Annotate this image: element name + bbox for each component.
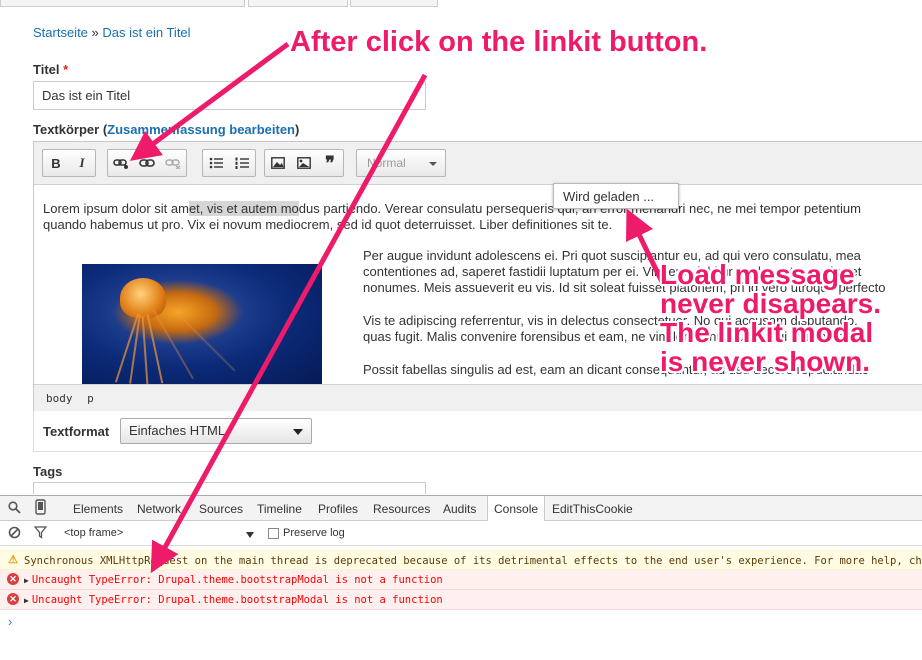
image-icon [271, 157, 285, 169]
editor-toolbar: B I ❞ Normal [34, 142, 922, 185]
element-path-bar: body p [34, 384, 922, 411]
bold-button[interactable]: B [43, 150, 69, 176]
preserve-log-checkbox[interactable] [268, 528, 279, 539]
title-input[interactable] [33, 81, 426, 110]
console-message-text: Uncaught TypeError: Drupal.theme.bootstr… [31, 594, 443, 606]
console-warning-row: ⚠ Synchronous XMLHttpRequest on the main… [0, 550, 922, 570]
inspect-icon[interactable] [8, 501, 21, 517]
format-combo-label: Normal [367, 156, 406, 170]
tab-profiles[interactable]: Profiles [318, 502, 358, 516]
edit-summary-link[interactable]: Zusammenfassung bearbeiten [107, 122, 295, 137]
tab-audits[interactable]: Audits [443, 502, 476, 516]
tab-network[interactable]: Network [137, 502, 181, 516]
browser-tab-strip [0, 0, 922, 7]
warning-icon: ⚠ [8, 554, 18, 566]
italic-button[interactable]: I [69, 150, 95, 176]
numbered-list-button[interactable] [229, 150, 255, 176]
annotation-line: Load message [660, 259, 855, 290]
linkit-button[interactable] [108, 150, 134, 176]
text-format-select[interactable]: Einfaches HTML [120, 418, 312, 444]
expand-triangle-icon[interactable]: ▶ [24, 596, 29, 605]
jellyfish-image[interactable] [82, 264, 322, 384]
console-prompt[interactable]: › [8, 614, 12, 629]
body-label-suffix: ) [295, 122, 300, 137]
text-run: Lorem ipsum dolor sit am [43, 201, 189, 216]
tab-console[interactable]: Console [487, 496, 546, 521]
title-label: Titel * [33, 62, 68, 77]
frame-selector[interactable]: <top frame> [64, 527, 123, 539]
tab-editthiscookie[interactable]: EditThisCookie [552, 502, 633, 516]
jellyfish-bell [120, 278, 166, 318]
page-tab[interactable] [0, 0, 245, 7]
text-format-row: Textformat Einfaches HTML [33, 411, 922, 452]
chevron-down-icon [293, 429, 303, 435]
annotation-line: The linkit modal [660, 317, 874, 348]
annotation-line: is never shown. [660, 346, 871, 377]
preserve-log-label: Preserve log [283, 527, 345, 539]
blockquote-button[interactable]: ❞ [317, 150, 343, 176]
tab-timeline[interactable]: Timeline [257, 502, 302, 516]
tags-input[interactable] [33, 482, 426, 494]
image2-button[interactable] [291, 150, 317, 176]
console-error-row[interactable]: ✕ ▶ Uncaught TypeError: Drupal.theme.boot… [0, 570, 922, 590]
filter-icon[interactable] [33, 526, 48, 542]
breadcrumb-home-link[interactable]: Startseite [33, 25, 88, 40]
unlink-button[interactable] [160, 150, 186, 176]
clear-console-icon[interactable] [8, 526, 21, 542]
text-format-label: Textformat [43, 424, 110, 439]
lists-group [202, 149, 256, 177]
error-icon: ✕ [7, 593, 19, 605]
bulleted-list-icon [209, 157, 223, 169]
links-group [107, 149, 187, 177]
expand-triangle-icon[interactable]: ▶ [24, 576, 29, 585]
blockquote-icon: ❞ [325, 152, 335, 173]
media-group: ❞ [264, 149, 344, 177]
link-button[interactable] [134, 150, 160, 176]
console-message-text: Uncaught TypeError: Drupal.theme.bootstr… [31, 574, 443, 586]
paragraph-1: Lorem ipsum dolor sit amet, vis et autem… [43, 201, 861, 217]
selected-text: et, vis et autem mo [188, 201, 299, 216]
tentacle [170, 306, 236, 372]
page-tab[interactable] [350, 0, 438, 7]
console-message-text: Synchronous XMLHttpRequest on the main t… [24, 555, 922, 567]
loading-tooltip: Wird geladen ... [553, 183, 679, 209]
basic-styles-group: B I [42, 149, 96, 177]
devtools-panel: Elements Network Sources Timeline Profil… [0, 495, 922, 660]
breadcrumb-separator: » [91, 25, 99, 40]
unlink-icon [165, 159, 181, 169]
annotation-right: Load message never disapears. The linkit… [660, 260, 881, 376]
body-label: Textkörper (Zusammenfassung bearbeiten) [33, 122, 299, 137]
annotation-top: After click on the linkit button. [290, 26, 708, 58]
devtools-tab-bar: Elements Network Sources Timeline Profil… [0, 496, 922, 521]
error-icon: ✕ [7, 573, 19, 585]
body-label-prefix: Textkörper ( [33, 122, 108, 137]
linkit-icon [113, 159, 128, 169]
paragraph-1-line-2: quando habemus ut pro. Vix ei novum medi… [43, 217, 613, 232]
required-mark: * [63, 62, 69, 77]
numbered-list-icon [235, 157, 249, 169]
image-button[interactable] [265, 150, 291, 176]
link-icon [139, 159, 155, 167]
tags-label: Tags [33, 464, 63, 479]
format-combo[interactable]: Normal [356, 149, 446, 177]
console-filter-bar: <top frame> Preserve log [0, 521, 922, 546]
annotation-line: never disapears. [660, 288, 882, 319]
device-mode-icon[interactable] [35, 499, 46, 518]
chevron-down-icon [429, 162, 437, 166]
tab-sources[interactable]: Sources [199, 502, 243, 516]
title-label-text: Titel [33, 62, 60, 77]
path-item-body[interactable]: body [46, 392, 73, 405]
path-item-p[interactable]: p [87, 392, 94, 405]
image2-icon [297, 157, 311, 169]
tab-elements[interactable]: Elements [73, 502, 123, 516]
tab-resources[interactable]: Resources [373, 502, 430, 516]
bulleted-list-button[interactable] [203, 150, 229, 176]
page-tab[interactable] [248, 0, 348, 7]
text-format-value: Einfaches HTML [129, 423, 226, 438]
console-error-row[interactable]: ✕ ▶ Uncaught TypeError: Drupal.theme.boot… [0, 590, 922, 610]
breadcrumb: Startseite » Das ist ein Titel [33, 25, 191, 40]
breadcrumb-current-link[interactable]: Das ist ein Titel [102, 25, 190, 40]
chevron-down-icon[interactable] [246, 532, 254, 538]
tentacle [141, 316, 149, 384]
